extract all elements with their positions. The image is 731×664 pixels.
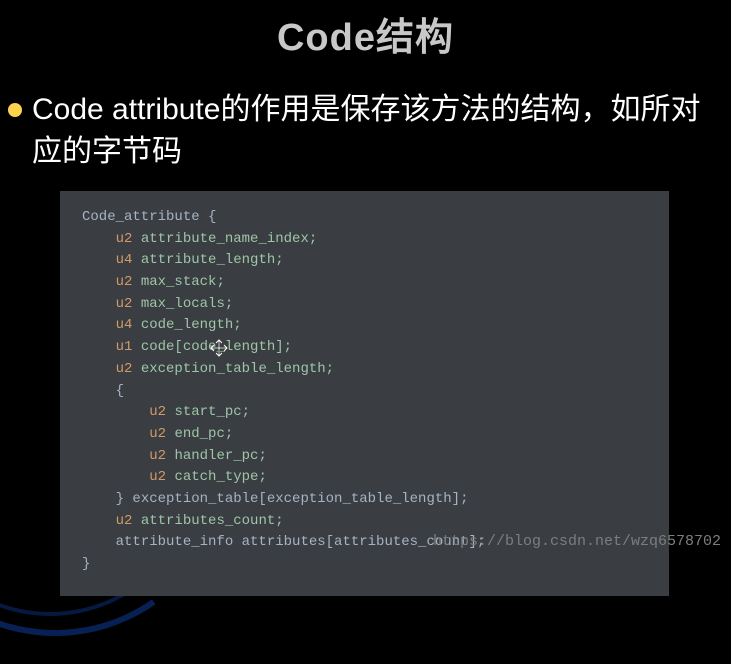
code-type: u4 <box>116 317 133 333</box>
code-type: u4 <box>116 252 133 268</box>
code-type: u1 <box>116 339 133 355</box>
code-name: max_locals; <box>141 296 233 312</box>
code-line: } exception_table[exception_table_length… <box>116 491 469 507</box>
code-name: attributes_count; <box>141 513 284 529</box>
code-name: attribute_length; <box>141 252 284 268</box>
code-type: u2 <box>116 296 133 312</box>
code-name: handler_pc; <box>174 448 266 464</box>
code-content: Code_attribute { u2 attribute_name_index… <box>82 207 647 576</box>
watermark-url: https://blog.csdn.net/wzq6578702 <box>433 533 721 550</box>
bullet-dot-icon <box>8 103 22 117</box>
code-name: attribute_name_index; <box>141 231 317 247</box>
code-type: u2 <box>116 274 133 290</box>
code-name: end_pc; <box>174 426 233 442</box>
code-line: attribute_info attributes[attributes_cou… <box>116 534 486 550</box>
code-type: u2 <box>116 513 133 529</box>
code-type: u2 <box>116 231 133 247</box>
code-line: } <box>82 556 90 572</box>
code-type: u2 <box>149 404 166 420</box>
code-name: code[code_length]; <box>141 339 292 355</box>
code-name: exception_table_length; <box>141 361 334 377</box>
code-line: Code_attribute { <box>82 209 216 225</box>
bullet-text: Code attribute的作用是保存该方法的结构，如所对应的字节码 <box>32 89 711 173</box>
code-type: u2 <box>149 469 166 485</box>
code-line: { <box>116 383 124 399</box>
code-name: code_length; <box>141 317 242 333</box>
slide-title: Code结构 <box>0 0 731 61</box>
code-type: u2 <box>149 426 166 442</box>
bullet-item: Code attribute的作用是保存该方法的结构，如所对应的字节码 <box>8 89 711 173</box>
code-name: start_pc; <box>174 404 250 420</box>
code-name: max_stack; <box>141 274 225 290</box>
code-type: u2 <box>116 361 133 377</box>
code-name: catch_type; <box>174 469 266 485</box>
code-type: u2 <box>149 448 166 464</box>
